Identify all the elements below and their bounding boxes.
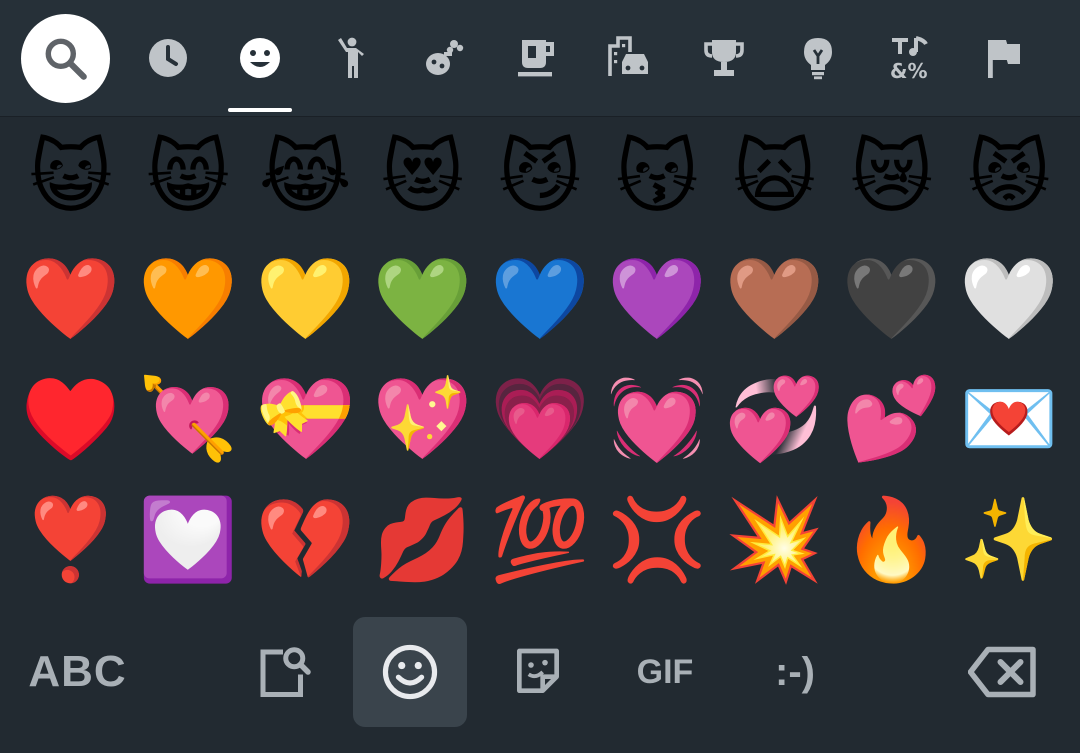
- backspace-icon: [968, 646, 1036, 698]
- emoji-weary-cat[interactable]: 🙀: [716, 118, 833, 239]
- backspace-button[interactable]: [948, 617, 1058, 727]
- abc-label: ABC: [28, 647, 127, 696]
- emoji-sparkling-heart[interactable]: 💖: [364, 359, 481, 480]
- emoji-heart-decoration[interactable]: 💟: [129, 480, 246, 601]
- lightbulb-icon: [804, 38, 832, 80]
- emoji-broken-heart[interactable]: 💔: [247, 480, 364, 601]
- category-food-drink[interactable]: [506, 28, 566, 88]
- category-animals-nature[interactable]: [414, 28, 474, 88]
- emoji-search-button[interactable]: [21, 14, 110, 103]
- symbols-icon: &%: [890, 36, 928, 82]
- emoji-heart-with-arrow[interactable]: 💘: [129, 359, 246, 480]
- sticker-icon: [517, 648, 559, 693]
- coffee-cup-icon: [518, 40, 554, 77]
- keyboard-bottom-bar: ABC GIF :-): [0, 600, 1080, 753]
- category-people[interactable]: [322, 28, 382, 88]
- emoji-kiss-mark[interactable]: 💋: [364, 480, 481, 601]
- emoji-kissing-cat[interactable]: 😽: [598, 118, 715, 239]
- abc-keyboard-button[interactable]: ABC: [20, 617, 135, 727]
- emoji-orange-heart[interactable]: 🧡: [129, 239, 246, 360]
- trophy-icon: [704, 40, 744, 76]
- emoji-category-bar: &%: [0, 0, 1080, 117]
- category-flags[interactable]: [974, 28, 1034, 88]
- smiley-outline-icon: [382, 644, 438, 700]
- search-icon: [45, 38, 87, 80]
- emoji-growing-heart[interactable]: 💗: [481, 359, 598, 480]
- emoji-red-heart[interactable]: ❤️: [12, 239, 129, 360]
- category-travel-places[interactable]: [598, 28, 658, 88]
- emoji-grid: 😺 😸 😹 😻 😼 😽 🙀 😿 😾 ❤️ 🧡 💛 💚 💙 💜 🤎 🖤 🤍 ♥️ …: [12, 118, 1068, 600]
- emoji-green-heart[interactable]: 💚: [364, 239, 481, 360]
- emoji-blue-heart[interactable]: 💙: [481, 239, 598, 360]
- emoticon-label: :-): [775, 649, 815, 694]
- selected-category-indicator: [228, 108, 292, 112]
- emoji-heart-exclamation[interactable]: ❣️: [12, 480, 129, 601]
- emoji-anger-symbol[interactable]: 💢: [598, 480, 715, 601]
- emoji-yellow-heart[interactable]: 💛: [247, 239, 364, 360]
- smiley-icon: [240, 38, 280, 78]
- emoji-heart-with-ribbon[interactable]: 💝: [247, 359, 364, 480]
- emoji-collision[interactable]: 💥: [716, 480, 833, 601]
- emoji-cat-wry-smile[interactable]: 😼: [481, 118, 598, 239]
- emoji-beating-heart[interactable]: 💓: [598, 359, 715, 480]
- emoji-white-heart[interactable]: 🤍: [950, 239, 1067, 360]
- gif-label: GIF: [636, 652, 694, 691]
- sticker-button[interactable]: [483, 617, 593, 727]
- emoji-crying-cat[interactable]: 😿: [833, 118, 950, 239]
- gif-button[interactable]: GIF: [610, 617, 720, 727]
- emoji-love-letter[interactable]: 💌: [950, 359, 1067, 480]
- emoji-grinning-cat[interactable]: 😺: [12, 118, 129, 239]
- category-objects[interactable]: [788, 28, 848, 88]
- person-waving-icon: [338, 37, 364, 78]
- emoji-tab-button[interactable]: [353, 617, 467, 727]
- emoji-two-hearts[interactable]: 💕: [833, 359, 950, 480]
- category-activities[interactable]: [694, 28, 754, 88]
- emoji-black-heart[interactable]: 🖤: [833, 239, 950, 360]
- svg-text:&%: &%: [890, 59, 927, 82]
- emoji-grinning-cat-smiling-eyes[interactable]: 😸: [129, 118, 246, 239]
- building-car-icon: [608, 36, 648, 76]
- emoji-heart-suit[interactable]: ♥️: [12, 359, 129, 480]
- emoji-revolving-hearts[interactable]: 💞: [716, 359, 833, 480]
- flower-bug-icon: [426, 40, 464, 75]
- emoji-hundred-points[interactable]: 💯: [481, 480, 598, 601]
- emoji-cat-tears-of-joy[interactable]: 😹: [247, 118, 364, 239]
- emoji-sparkles[interactable]: ✨: [950, 480, 1067, 601]
- emoji-fire[interactable]: 🔥: [833, 480, 950, 601]
- image-search-icon: [260, 647, 311, 697]
- search-sticker-button[interactable]: [228, 617, 338, 727]
- emoji-pouting-cat[interactable]: 😾: [950, 118, 1067, 239]
- category-recent[interactable]: [138, 28, 198, 88]
- emoji-purple-heart[interactable]: 💜: [598, 239, 715, 360]
- emoji-smiling-cat-heart-eyes[interactable]: 😻: [364, 118, 481, 239]
- flag-icon: [988, 40, 1020, 78]
- category-symbols[interactable]: &%: [880, 28, 940, 88]
- emoji-brown-heart[interactable]: 🤎: [716, 239, 833, 360]
- clock-icon: [149, 39, 187, 77]
- category-smileys[interactable]: [230, 28, 290, 88]
- emoticon-button[interactable]: :-): [740, 617, 850, 727]
